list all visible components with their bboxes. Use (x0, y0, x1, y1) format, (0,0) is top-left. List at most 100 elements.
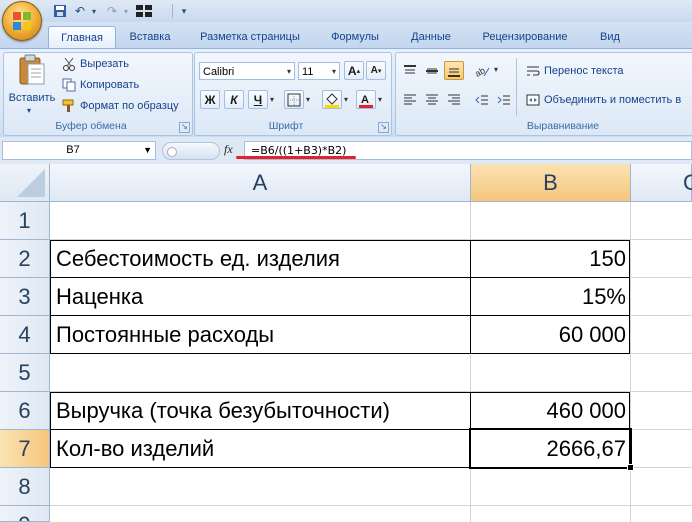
fill-color-button[interactable] (322, 90, 342, 109)
align-right-button[interactable] (444, 90, 464, 109)
alignment-group-label: Выравнивание (526, 120, 600, 132)
table-border-line (50, 315, 630, 316)
row-header-8[interactable]: 8 (0, 468, 50, 506)
row-header-7[interactable]: 7 (0, 430, 50, 468)
cell-a2[interactable]: Себестоимость ед. изделия (56, 246, 466, 272)
wrap-text-label: Перенос текста (544, 65, 624, 77)
align-top-button[interactable] (400, 61, 420, 80)
tab-review[interactable]: Рецензирование (472, 26, 578, 48)
tab-view[interactable]: Вид (590, 26, 630, 48)
align-middle-icon (426, 68, 438, 73)
paste-button[interactable]: Вставить ▾ (8, 54, 56, 118)
grow-font-button[interactable]: A ▴ (344, 61, 364, 80)
cell-a7[interactable]: Кол-во изделий (56, 436, 466, 462)
paste-icon (19, 54, 45, 85)
column-header-c[interactable]: C (631, 164, 692, 202)
customize-qat-icon[interactable]: ▾ (176, 3, 192, 19)
tab-home[interactable]: Главная (48, 26, 116, 49)
shrink-font-button[interactable]: A ▾ (366, 61, 386, 80)
orientation-dropdown-icon[interactable]: ▾ (494, 65, 498, 74)
quick-print-icon[interactable] (136, 3, 152, 19)
row-header-3[interactable]: 3 (0, 278, 50, 316)
font-color-icon: A (359, 94, 373, 108)
cut-label: Вырезать (80, 58, 129, 70)
row-header-6[interactable]: 6 (0, 392, 50, 430)
tab-data[interactable]: Данные (400, 26, 462, 48)
tab-formulas[interactable]: Формулы (322, 26, 388, 48)
bold-button[interactable]: Ж (200, 90, 220, 109)
cell-a4[interactable]: Постоянные расходы (56, 322, 466, 348)
alignment-divider (516, 58, 517, 116)
name-box-value: B7 (66, 144, 80, 156)
paste-dropdown-icon[interactable]: ▾ (27, 106, 31, 115)
format-painter-button[interactable]: Формат по образцу (62, 97, 179, 115)
font-color-dropdown-icon[interactable]: ▾ (378, 95, 382, 104)
row-header-1[interactable]: 1 (0, 202, 50, 240)
cell-b4[interactable]: 60 000 (472, 322, 626, 348)
font-color-button[interactable]: A (356, 90, 376, 109)
increase-indent-button[interactable] (494, 90, 514, 109)
align-left-button[interactable] (400, 90, 420, 109)
svg-text:A: A (361, 94, 369, 106)
font-size-dropdown[interactable]: 11 ▾ (298, 62, 340, 80)
merge-center-label: Объединить и поместить в (544, 94, 682, 106)
tab-insert[interactable]: Вставка (122, 26, 178, 48)
column-header-b[interactable]: B (471, 164, 631, 202)
select-all-corner[interactable] (0, 164, 50, 202)
chevron-down-icon[interactable]: ▼ (143, 142, 152, 159)
copy-icon (62, 78, 76, 92)
font-size-value: 11 (302, 66, 314, 78)
fill-handle[interactable] (627, 464, 634, 471)
align-right-icon (448, 94, 460, 104)
font-name-dropdown[interactable]: Calibri ▾ (199, 62, 295, 80)
cell-a3[interactable]: Наценка (56, 284, 466, 310)
redo-dropdown-icon[interactable]: ▾ (118, 3, 134, 19)
align-bottom-icon (448, 68, 460, 77)
copy-button[interactable]: Копировать (62, 76, 139, 94)
align-middle-button[interactable] (422, 61, 442, 80)
font-launcher-icon[interactable]: ↘ (378, 122, 389, 133)
orientation-button[interactable]: ab (472, 61, 492, 80)
row-header-4[interactable]: 4 (0, 316, 50, 354)
cell-b2[interactable]: 150 (472, 246, 626, 272)
align-center-button[interactable] (422, 90, 442, 109)
align-top-icon (404, 64, 416, 73)
chevron-down-icon: ▾ (331, 67, 336, 76)
italic-button[interactable]: К (224, 90, 244, 109)
merge-cells-icon (526, 93, 540, 107)
tab-page-layout[interactable]: Разметка страницы (190, 26, 310, 48)
formula-handle[interactable] (162, 142, 220, 160)
wrap-text-button[interactable]: Перенос текста (526, 62, 624, 80)
save-icon[interactable] (52, 3, 68, 19)
underline-button[interactable]: Ч (248, 90, 268, 109)
font-name-value: Calibri (203, 66, 235, 78)
undo-dropdown-icon[interactable]: ▾ (86, 3, 102, 19)
cell-a6[interactable]: Выручка (точка безубыточности) (56, 398, 466, 424)
increase-indent-icon (497, 95, 510, 104)
table-border-line (50, 277, 630, 278)
cell-b3[interactable]: 15% (472, 284, 626, 310)
underline-dropdown-icon[interactable]: ▾ (270, 95, 274, 104)
column-header-a[interactable]: A (50, 164, 471, 202)
row-header-9[interactable]: 9 (0, 506, 50, 522)
row-header-2[interactable]: 2 (0, 240, 50, 278)
office-button[interactable] (2, 1, 42, 41)
insert-function-icon[interactable]: fx (224, 142, 233, 157)
align-bottom-button[interactable] (444, 61, 464, 80)
paste-label: Вставить (8, 92, 56, 104)
cut-button[interactable]: Вырезать (62, 55, 129, 73)
align-center-icon (426, 94, 438, 104)
borders-dropdown-icon[interactable]: ▾ (306, 95, 310, 104)
borders-button[interactable] (284, 90, 304, 109)
cell-b6[interactable]: 460 000 (472, 398, 626, 424)
gridline (630, 202, 631, 522)
fill-color-dropdown-icon[interactable]: ▾ (344, 95, 348, 104)
clipboard-launcher-icon[interactable]: ↘ (179, 122, 190, 133)
merge-center-button[interactable]: Объединить и поместить в (526, 91, 681, 109)
row-header-5[interactable]: 5 (0, 354, 50, 392)
format-painter-label: Формат по образцу (80, 100, 179, 112)
decrease-indent-button[interactable] (472, 90, 492, 109)
chevron-down-icon: ▾ (286, 67, 291, 76)
font-group-label: Шрифт (268, 120, 304, 132)
name-box[interactable]: B7 ▼ (2, 141, 156, 160)
